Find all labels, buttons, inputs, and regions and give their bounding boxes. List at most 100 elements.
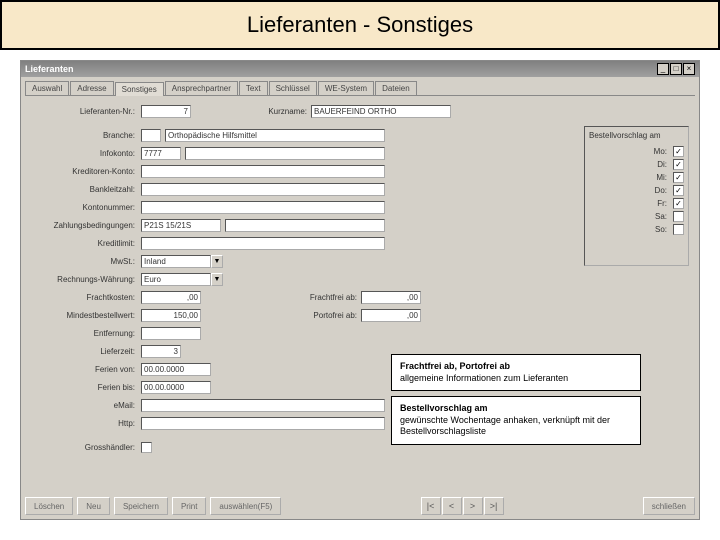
lieferantennr-label: Lieferanten-Nr.: <box>31 107 141 116</box>
titlebar: Lieferanten _ □ × <box>21 61 699 77</box>
tab-dateien[interactable]: Dateien <box>375 81 417 95</box>
banner-title: Lieferanten - Sonstiges <box>247 12 473 38</box>
kreditorenkonto-input[interactable] <box>141 165 385 178</box>
tab-text[interactable]: Text <box>239 81 268 95</box>
callout-frachtfrei-title: Frachtfrei ab, Portofrei ab <box>400 361 510 371</box>
bankleitzahl-label: Bankleitzahl: <box>31 185 141 194</box>
day-di-checkbox[interactable]: ✓ <box>673 159 684 170</box>
zahlungsbed-text-input[interactable] <box>225 219 385 232</box>
kreditlimit-input[interactable] <box>141 237 385 250</box>
ferienvon-label: Ferien von: <box>31 365 141 374</box>
mwst-label: MwSt.: <box>31 257 141 266</box>
mwst-dropdown[interactable]: ▼ <box>141 255 223 268</box>
nav-last-button[interactable]: >| <box>484 497 504 515</box>
ferienbis-input[interactable] <box>141 381 211 394</box>
auswaehlen-button[interactable]: auswählen(F5) <box>210 497 281 515</box>
speichern-button[interactable]: Speichern <box>114 497 168 515</box>
nav-next-button[interactable]: > <box>463 497 483 515</box>
day-sa-checkbox[interactable] <box>673 211 684 222</box>
window-title: Lieferanten <box>25 64 74 74</box>
day-mo-checkbox[interactable]: ✓ <box>673 146 684 157</box>
grosshaendler-label: Grosshändler: <box>31 443 141 452</box>
entfernung-input[interactable] <box>141 327 201 340</box>
callout-bestellvorschlag-text: gewünschte Wochentage anhaken, verknüpft… <box>400 415 610 437</box>
close-icon[interactable]: × <box>683 63 695 75</box>
day-do-label: Do: <box>655 186 667 195</box>
day-do-checkbox[interactable]: ✓ <box>673 185 684 196</box>
chevron-down-icon[interactable]: ▼ <box>211 255 223 268</box>
callout-frachtfrei: Frachtfrei ab, Portofrei ab allgemeine I… <box>391 354 641 391</box>
nav-buttons: |< < > >| <box>421 497 504 515</box>
frachtkosten-label: Frachtkosten: <box>31 293 141 302</box>
bestellvorschlag-header: Bestellvorschlag am <box>589 131 684 140</box>
tab-ansprechpartner[interactable]: Ansprechpartner <box>165 81 238 95</box>
lieferzeit-label: Lieferzeit: <box>31 347 141 356</box>
branche-code-input[interactable] <box>141 129 161 142</box>
kreditorenkonto-label: Kreditoren-Konto: <box>31 167 141 176</box>
tab-wesystem[interactable]: WE-System <box>318 81 374 95</box>
lieferzeit-input[interactable] <box>141 345 181 358</box>
kurzname-label: Kurzname: <box>251 107 311 116</box>
day-mo-label: Mo: <box>654 147 667 156</box>
infokonto-label: Infokonto: <box>31 149 141 158</box>
day-mi-checkbox[interactable]: ✓ <box>673 172 684 183</box>
day-fr-checkbox[interactable]: ✓ <box>673 198 684 209</box>
email-input[interactable] <box>141 399 385 412</box>
zahlungsbed-input[interactable] <box>141 219 221 232</box>
frachtkosten-input[interactable] <box>141 291 201 304</box>
minimize-icon[interactable]: _ <box>657 63 669 75</box>
waehrung-input[interactable] <box>141 273 211 286</box>
portofreiab-input[interactable] <box>361 309 421 322</box>
kurzname-input[interactable] <box>311 105 451 118</box>
neu-button[interactable]: Neu <box>77 497 110 515</box>
branche-text-input[interactable] <box>165 129 385 142</box>
callout-bestellvorschlag-title: Bestellvorschlag am <box>400 403 488 413</box>
day-so-label: So: <box>655 225 667 234</box>
schliessen-button[interactable]: schließen <box>643 497 695 515</box>
bankleitzahl-input[interactable] <box>141 183 385 196</box>
page-banner: Lieferanten - Sonstiges <box>0 0 720 50</box>
print-button[interactable]: Print <box>172 497 206 515</box>
kreditlimit-label: Kreditlimit: <box>31 239 141 248</box>
frachtfreiab-input[interactable] <box>361 291 421 304</box>
tab-bar: Auswahl Adresse Sonstiges Ansprechpartne… <box>25 81 695 96</box>
http-label: Http: <box>31 419 141 428</box>
callout-bestellvorschlag: Bestellvorschlag am gewünschte Wochentag… <box>391 396 641 445</box>
tab-auswahl[interactable]: Auswahl <box>25 81 69 95</box>
waehrung-label: Rechnungs-Währung: <box>31 275 141 284</box>
mindestbestellwert-input[interactable] <box>141 309 201 322</box>
window-controls: _ □ × <box>657 63 695 75</box>
day-di-label: Di: <box>657 160 667 169</box>
kontonummer-input[interactable] <box>141 201 385 214</box>
chevron-down-icon[interactable]: ▼ <box>211 273 223 286</box>
portofreiab-label: Portofrei ab: <box>301 311 361 320</box>
ferienvon-input[interactable] <box>141 363 211 376</box>
email-label: eMail: <box>31 401 141 410</box>
infokonto-input[interactable] <box>141 147 181 160</box>
day-mi-label: Mi: <box>656 173 667 182</box>
branche-label: Branche: <box>31 131 141 140</box>
entfernung-label: Entfernung: <box>31 329 141 338</box>
waehrung-dropdown[interactable]: ▼ <box>141 273 223 286</box>
kontonummer-label: Kontonummer: <box>31 203 141 212</box>
grosshaendler-checkbox[interactable] <box>141 442 152 453</box>
callout-frachtfrei-text: allgemeine Informationen zum Lieferanten <box>400 373 568 383</box>
day-sa-label: Sa: <box>655 212 667 221</box>
maximize-icon[interactable]: □ <box>670 63 682 75</box>
form-area: Lieferanten-Nr.: Kurzname: Branche: Info… <box>21 96 699 496</box>
nav-prev-button[interactable]: < <box>442 497 462 515</box>
tab-schluessel[interactable]: Schlüssel <box>269 81 317 95</box>
frachtfreiab-label: Frachtfrei ab: <box>301 293 361 302</box>
loeschen-button[interactable]: Löschen <box>25 497 73 515</box>
bestellvorschlag-panel: Bestellvorschlag am Mo:✓ Di:✓ Mi:✓ Do:✓ … <box>584 126 689 266</box>
app-window: Lieferanten _ □ × Auswahl Adresse Sonsti… <box>20 60 700 520</box>
infokonto-text-input[interactable] <box>185 147 385 160</box>
day-so-checkbox[interactable] <box>673 224 684 235</box>
ferienbis-label: Ferien bis: <box>31 383 141 392</box>
nav-first-button[interactable]: |< <box>421 497 441 515</box>
tab-sonstiges[interactable]: Sonstiges <box>115 82 164 96</box>
http-input[interactable] <box>141 417 385 430</box>
tab-adresse[interactable]: Adresse <box>70 81 113 95</box>
mwst-input[interactable] <box>141 255 211 268</box>
lieferantennr-input[interactable] <box>141 105 191 118</box>
